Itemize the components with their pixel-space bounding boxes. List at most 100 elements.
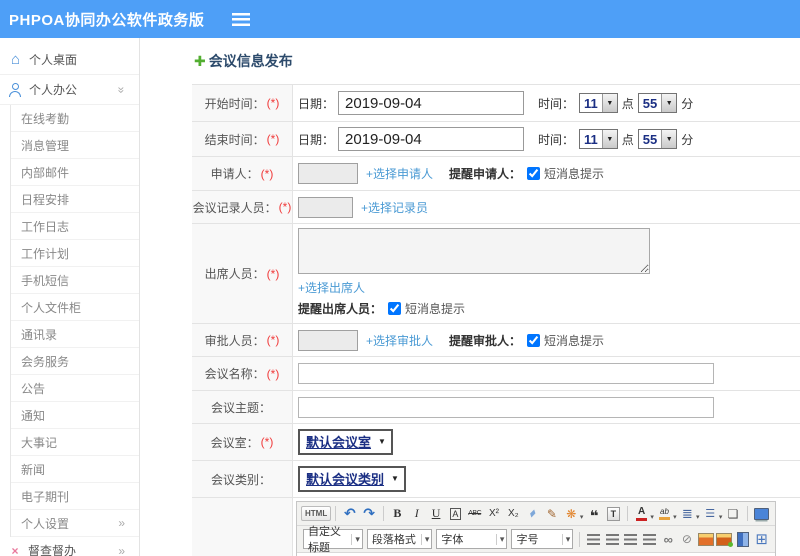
font-family-select[interactable]: 字体 — [436, 529, 508, 549]
sidebar-item-personal-desktop[interactable]: ⌂ 个人桌面 — [0, 45, 139, 75]
meeting-subject-input[interactable] — [298, 396, 714, 418]
dropdown-arrow-icon — [661, 94, 677, 112]
dropdown-arrow-icon[interactable]: ▾ — [719, 513, 723, 521]
sms-label: 短消息提示 — [544, 333, 605, 348]
blockquote-icon[interactable] — [585, 505, 602, 522]
applicant-input[interactable] — [298, 163, 358, 184]
insert-image-icon[interactable] — [697, 531, 714, 548]
sidebar-item-supervision[interactable]: × 督查督办 » — [0, 537, 139, 556]
format-painter-icon[interactable] — [543, 505, 560, 522]
italic-icon[interactable] — [408, 505, 425, 522]
sidebar-item-memorabilia[interactable]: 大事记 — [11, 429, 139, 456]
end-minute-select[interactable]: 55 — [637, 129, 678, 149]
remove-format-icon[interactable] — [447, 505, 464, 522]
select-applicant-link[interactable]: +选择申请人 — [366, 165, 433, 182]
underline-icon[interactable] — [427, 505, 444, 522]
unordered-list-icon[interactable] — [702, 505, 719, 522]
insert-table-icon[interactable] — [753, 531, 770, 548]
html-source-button[interactable]: HTML — [301, 506, 332, 521]
sidebar-item-personal-files[interactable]: 个人文件柜 — [11, 294, 139, 321]
start-minute-select[interactable]: 55 — [637, 93, 678, 113]
sidebar-item-contacts[interactable]: 通讯录 — [11, 321, 139, 348]
minute-unit-label: 分 — [681, 96, 694, 111]
highlight-color-icon[interactable] — [656, 505, 673, 522]
sidebar-item-e-journal[interactable]: 电子期刊 — [11, 483, 139, 510]
approver-input[interactable] — [298, 329, 358, 351]
ordered-list-icon[interactable] — [679, 505, 696, 522]
field-label: 会议主题： — [210, 400, 271, 415]
meeting-room-select[interactable]: 默认会议室 — [298, 429, 393, 455]
eraser-icon[interactable] — [524, 505, 541, 522]
sidebar-item-personal-office[interactable]: 个人办公 » — [0, 75, 139, 105]
align-center-icon[interactable] — [604, 531, 621, 548]
sidebar-submenu: 在线考勤 消息管理 内部邮件 日程安排 工作日志 工作计划 手机短信 个人文件柜… — [10, 105, 139, 537]
insert-link-icon[interactable] — [660, 531, 677, 548]
required-mark: (*) — [266, 366, 280, 381]
start-hour-select[interactable]: 11 — [579, 93, 618, 113]
insert-media-icon[interactable] — [735, 531, 752, 548]
redo-icon[interactable] — [361, 505, 378, 522]
sidebar-item-schedule[interactable]: 日程安排 — [11, 186, 139, 213]
meeting-name-input[interactable] — [298, 363, 714, 384]
paste-as-text-icon[interactable] — [605, 505, 622, 522]
recorder-input[interactable] — [298, 196, 353, 218]
sidebar-item-online-attendance[interactable]: 在线考勤 — [11, 105, 139, 132]
toolbar-separator — [746, 506, 748, 521]
subscript-icon[interactable] — [505, 505, 522, 522]
align-left-icon[interactable] — [585, 531, 602, 548]
upload-image-icon[interactable] — [716, 531, 733, 548]
sidebar-item-work-plan[interactable]: 工作计划 — [11, 240, 139, 267]
fullscreen-icon[interactable] — [753, 505, 770, 522]
sidebar-item-message-management[interactable]: 消息管理 — [11, 132, 139, 159]
remind-attendees-label: 提醒出席人员： — [298, 302, 383, 316]
sidebar-item-notices[interactable]: 通知 — [11, 402, 139, 429]
sidebar-item-work-log[interactable]: 工作日志 — [11, 213, 139, 240]
remove-link-icon[interactable] — [679, 531, 696, 548]
form-row-meeting-category: 会议类别： 默认会议类别 — [192, 461, 800, 498]
sms-label: 短消息提示 — [544, 167, 605, 181]
select-attendees-link[interactable]: +选择出席人 — [298, 281, 365, 295]
align-justify-icon[interactable] — [641, 531, 658, 548]
start-date-input[interactable] — [338, 91, 525, 115]
attendees-sms-checkbox[interactable] — [388, 302, 402, 315]
select-recorder-link[interactable]: +选择记录员 — [361, 199, 428, 216]
dropdown-arrow-icon[interactable]: ▾ — [696, 513, 700, 521]
paragraph-format-select[interactable]: 段落格式 — [366, 529, 433, 549]
page-title: ✚ 会议信息发布 — [194, 52, 293, 70]
strikethrough-icon[interactable] — [466, 505, 483, 522]
end-hour-select[interactable]: 11 — [579, 129, 618, 149]
align-right-icon[interactable] — [623, 531, 640, 548]
superscript-icon[interactable] — [485, 505, 502, 522]
applicant-sms-checkbox[interactable] — [527, 167, 541, 180]
font-color-icon[interactable] — [633, 505, 650, 522]
sidebar-item-personal-settings[interactable]: 个人设置» — [11, 510, 139, 537]
sidebar-item-internal-mail[interactable]: 内部邮件 — [11, 159, 139, 186]
end-date-input[interactable] — [338, 127, 525, 151]
hamburger-menu-icon[interactable] — [232, 12, 251, 26]
attendees-textarea[interactable] — [298, 228, 650, 274]
editor-toolbar-row2: 自定义标题 段落格式 字体 字号 — [297, 526, 775, 554]
required-mark: (*) — [266, 266, 280, 281]
dropdown-arrow-icon[interactable]: ▾ — [650, 513, 654, 521]
sidebar-item-sms[interactable]: 手机短信 — [11, 267, 139, 294]
quick-format-icon[interactable] — [563, 505, 580, 522]
meeting-category-select[interactable]: 默认会议类别 — [298, 466, 406, 492]
new-page-icon[interactable] — [724, 505, 741, 522]
approver-sms-checkbox[interactable] — [527, 333, 541, 347]
custom-heading-select[interactable]: 自定义标题 — [303, 526, 363, 554]
sidebar-item-announcements[interactable]: 公告 — [11, 375, 139, 402]
bold-icon[interactable] — [389, 505, 406, 522]
dropdown-arrow-icon[interactable]: ▾ — [673, 513, 677, 521]
undo-icon[interactable] — [341, 505, 358, 522]
dropdown-arrow-icon[interactable]: ▾ — [580, 513, 584, 521]
field-label: 会议室： — [210, 435, 259, 450]
minute-unit-label: 分 — [681, 132, 694, 147]
select-approver-link[interactable]: +选择审批人 — [366, 332, 433, 349]
font-size-select[interactable]: 字号 — [511, 529, 574, 549]
toolbar-separator — [382, 506, 384, 521]
app-title: PHPOA协同办公软件政务版 — [9, 11, 205, 29]
sidebar-item-conference-services[interactable]: 会务服务 — [11, 348, 139, 375]
field-label: 出席人员： — [204, 267, 265, 281]
field-label: 会议名称： — [204, 367, 265, 381]
sidebar-item-news[interactable]: 新闻 — [11, 456, 139, 483]
